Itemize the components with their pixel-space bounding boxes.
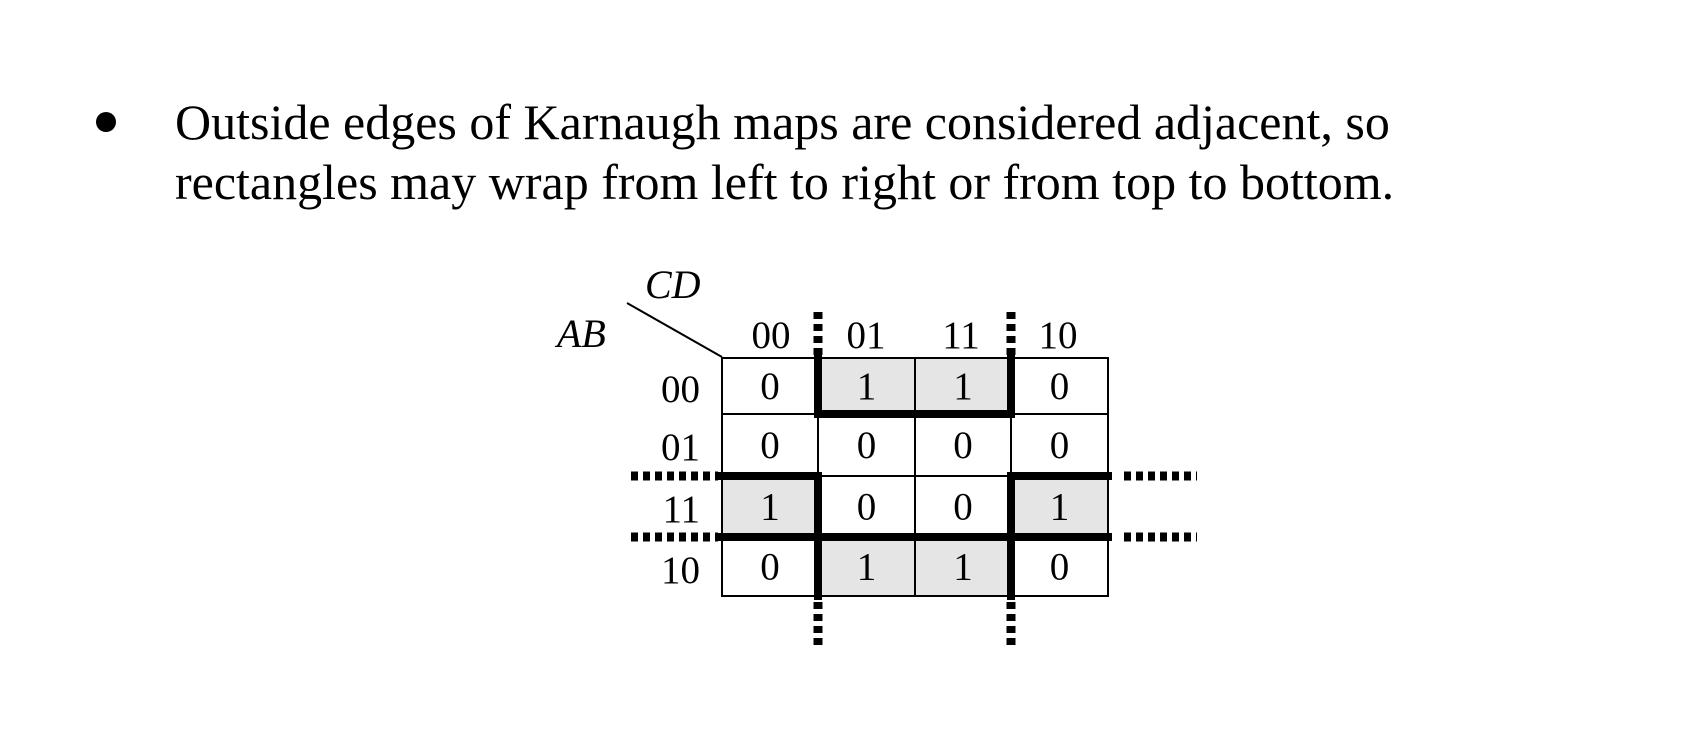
kmap-cell-value: 0 [1050, 546, 1070, 589]
kmap-row-label: 01 [661, 426, 700, 469]
kmap-row-variable-label: AB [554, 311, 606, 356]
kmap-cell-value: 1 [1050, 486, 1070, 529]
karnaugh-map: CD AB 00 01 11 10 00 01 11 10 011000 [554, 262, 1197, 648]
kmap-cell-value: 1 [857, 365, 877, 408]
kmap-corner-diagonal [626, 302, 723, 358]
kmap-cell-value: 0 [760, 546, 780, 589]
kmap-cell-value: 0 [953, 486, 973, 529]
kmap-cell-value: 1 [857, 546, 877, 589]
kmap-cell-value: 0 [760, 365, 780, 408]
kmap-cell-value: 1 [760, 486, 780, 529]
kmap-cell-value: 1 [953, 365, 973, 408]
kmap-column-label: 11 [942, 314, 980, 357]
kmap-row-label: 00 [661, 368, 700, 411]
kmap-column-label: 00 [752, 314, 791, 357]
kmap-column-label: 10 [1039, 314, 1078, 357]
kmap-cell-value: 0 [1050, 424, 1070, 467]
kmap-cell-value: 1 [953, 546, 973, 589]
kmap-column-variable-label: CD [645, 262, 701, 307]
kmap-cell-value: 0 [857, 486, 877, 529]
kmap-cell-value: 0 [953, 424, 973, 467]
kmap-row-label: 10 [661, 549, 700, 592]
kmap-cell-value: 0 [760, 424, 780, 467]
kmap-row-label: 11 [662, 488, 700, 531]
kmap-column-label: 01 [847, 314, 886, 357]
kmap-cell-value: 0 [857, 424, 877, 467]
kmap-cell-value: 0 [1050, 365, 1070, 408]
